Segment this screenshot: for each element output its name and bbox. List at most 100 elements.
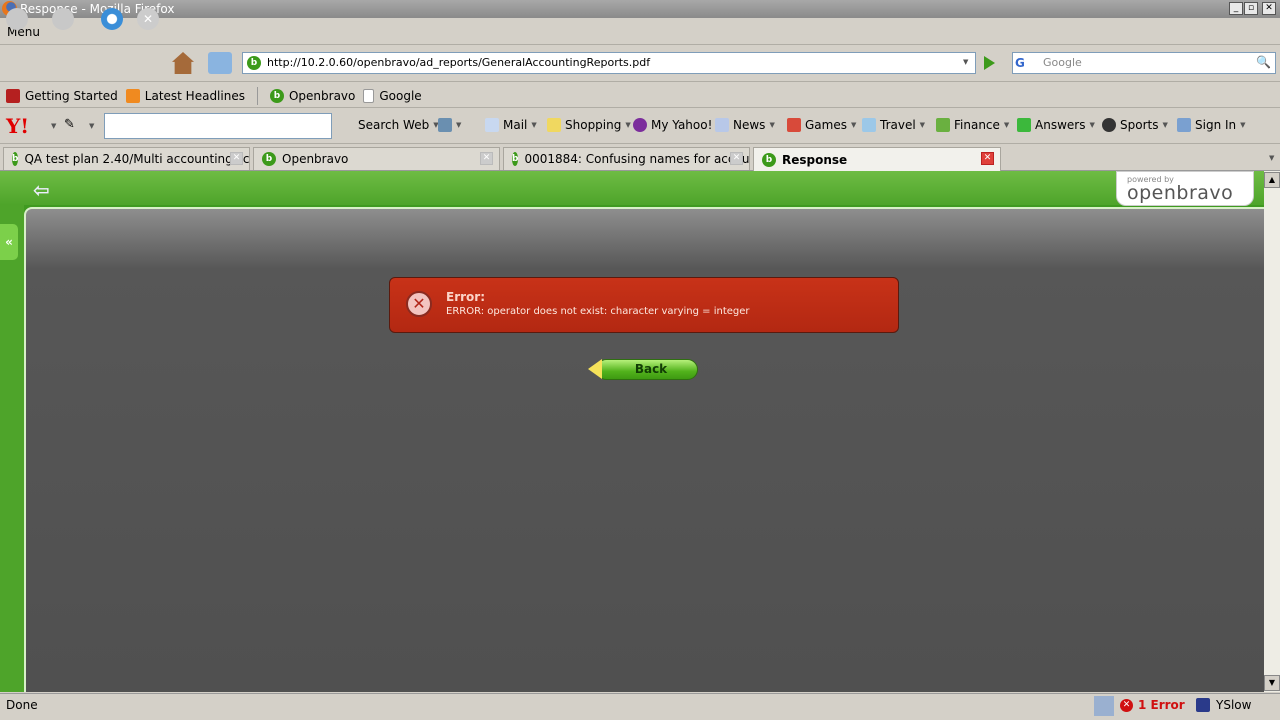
- search-icon[interactable]: 🔍: [1256, 55, 1271, 69]
- item-label: Mail: [503, 118, 528, 132]
- openbravo-icon: b: [762, 152, 776, 167]
- bookmark-openbravo[interactable]: b Openbravo: [269, 88, 355, 103]
- bookmarks-toolbar: Getting Started Latest Headlines b Openbr…: [0, 84, 1280, 108]
- item-label: Sports: [1120, 118, 1159, 132]
- back-button[interactable]: Back: [596, 359, 698, 380]
- yahoo-answers[interactable]: Answers ▼: [1017, 118, 1095, 132]
- search-web-label: Search Web: [358, 118, 430, 132]
- travel-icon: [862, 118, 876, 132]
- item-label: News: [733, 118, 766, 132]
- openbravo-icon: b: [512, 152, 519, 166]
- shield-icon[interactable]: ▼: [438, 118, 461, 132]
- yahoo-mail[interactable]: Mail ▼: [485, 118, 537, 132]
- rss-icon: [125, 88, 140, 103]
- network-icon[interactable]: [1094, 696, 1114, 716]
- bookmark-label: Getting Started: [25, 88, 118, 103]
- page-icon: [363, 88, 375, 103]
- status-bar: Done ✕ 1 Error YSlow: [0, 693, 1280, 720]
- error-console-button[interactable]: ✕ 1 Error: [1120, 694, 1185, 716]
- back-arrow-icon[interactable]: ⇦: [33, 178, 50, 202]
- close-tab-icon[interactable]: ✕: [480, 152, 493, 165]
- mail-icon: [485, 118, 499, 132]
- url-input[interactable]: http://10.2.0.60/openbravo/ad_reports/Ge…: [242, 52, 976, 74]
- search-input[interactable]: Google: [1012, 52, 1276, 74]
- bookmark-getting-started[interactable]: Getting Started: [6, 88, 118, 103]
- site-favicon: b: [247, 56, 261, 70]
- yahoo-finance[interactable]: Finance ▼: [936, 118, 1009, 132]
- reload-icon[interactable]: [101, 8, 123, 30]
- separator: [256, 86, 258, 105]
- search-web-button[interactable]: Search Web ▼: [358, 118, 439, 132]
- error-count: 1 Error: [1138, 698, 1185, 712]
- minimize-button[interactable]: _: [1229, 2, 1243, 15]
- pencil-dropdown[interactable]: ▼: [89, 122, 94, 130]
- left-panel-strip: [0, 205, 24, 692]
- openbravo-icon: b: [269, 88, 284, 103]
- extension-icon[interactable]: [208, 52, 232, 74]
- tab-confusing-names[interactable]: b 0001884: Confusing names for accou... ✕: [503, 147, 750, 170]
- menu-bar: Menu: [0, 19, 1280, 45]
- error-icon: ✕: [406, 291, 432, 317]
- tab-label: Response: [782, 152, 848, 167]
- yahoo-games[interactable]: Games ▼: [787, 118, 856, 132]
- scroll-up-icon[interactable]: ▲: [1264, 172, 1280, 188]
- close-window-button[interactable]: ✕: [1262, 2, 1276, 15]
- bookmark-google[interactable]: Google: [363, 88, 422, 103]
- tab-qa-test-plan[interactable]: b QA test plan 2.40/Multi accounting sc..…: [3, 147, 250, 170]
- sign-in-icon: [1177, 118, 1191, 132]
- yahoo-logo-icon[interactable]: Y!: [6, 114, 29, 138]
- stop-icon[interactable]: ✕: [137, 8, 159, 30]
- error-title: Error:: [446, 290, 485, 304]
- my-yahoo-icon: [633, 118, 647, 132]
- yslow-button[interactable]: YSlow: [1196, 694, 1251, 716]
- finance-icon: [936, 118, 950, 132]
- tab-label: QA test plan 2.40/Multi accounting sc...: [24, 152, 250, 166]
- error-icon: ✕: [1120, 698, 1133, 712]
- answers-icon: [1017, 118, 1031, 132]
- url-text: http://10.2.0.60/openbravo/ad_reports/Ge…: [267, 56, 651, 69]
- logo-text: openbravo: [1127, 182, 1234, 204]
- google-engine-icon[interactable]: G: [1015, 56, 1025, 70]
- yahoo-dropdown[interactable]: ▼: [51, 122, 56, 130]
- item-label: Sign In: [1195, 118, 1237, 132]
- error-text: ERROR: operator does not exist: characte…: [446, 306, 750, 317]
- vertical-scrollbar[interactable]: ▲ ▼: [1264, 171, 1280, 692]
- yahoo-travel[interactable]: Travel ▼: [862, 118, 925, 132]
- tab-label: Openbravo: [282, 152, 349, 166]
- item-label: Finance: [954, 118, 1000, 132]
- tab-list-dropdown[interactable]: ▼: [1269, 154, 1274, 162]
- app-header: [0, 171, 1264, 205]
- back-icon[interactable]: [6, 8, 28, 30]
- back-button-arrow-icon: [588, 359, 602, 379]
- sports-icon: [1102, 118, 1116, 132]
- close-tab-icon[interactable]: ✕: [730, 152, 743, 165]
- scroll-down-icon[interactable]: ▼: [1264, 675, 1280, 691]
- search-placeholder: Google: [1043, 56, 1082, 69]
- yahoo-news[interactable]: News ▼: [715, 118, 775, 132]
- close-tab-icon[interactable]: ✕: [230, 152, 243, 165]
- tab-label: 0001884: Confusing names for accou...: [524, 152, 750, 166]
- yahoo-shopping[interactable]: Shopping ▼: [547, 118, 631, 132]
- openbravo-icon: b: [262, 152, 276, 166]
- go-icon[interactable]: [984, 56, 995, 70]
- collapse-menu-icon[interactable]: «: [0, 224, 18, 260]
- item-label: My Yahoo!: [651, 118, 713, 132]
- yahoo-my-yahoo[interactable]: My Yahoo!: [633, 118, 712, 132]
- yahoo-search-input[interactable]: [104, 113, 332, 139]
- shopping-icon: [547, 118, 561, 132]
- error-message-box: Error: ERROR: operator does not exist: c…: [389, 277, 899, 333]
- maximize-button[interactable]: ▫: [1244, 2, 1258, 15]
- tab-openbravo[interactable]: b Openbravo ✕: [253, 147, 500, 170]
- openbravo-icon: b: [12, 152, 19, 166]
- firefox-bookmark-icon: [6, 88, 20, 103]
- close-tab-icon[interactable]: ✕: [981, 152, 994, 165]
- bookmark-latest-headlines[interactable]: Latest Headlines: [125, 88, 245, 103]
- url-dropdown[interactable]: ▼: [963, 58, 968, 66]
- yahoo-sports[interactable]: Sports ▼: [1102, 118, 1168, 132]
- status-text: Done: [6, 698, 38, 712]
- pencil-icon[interactable]: ✎: [64, 117, 75, 132]
- item-label: Games: [805, 118, 847, 132]
- yahoo-sign-in[interactable]: Sign In ▼: [1177, 118, 1246, 132]
- forward-icon[interactable]: [52, 8, 74, 30]
- tab-response[interactable]: b Response ✕: [753, 147, 1001, 171]
